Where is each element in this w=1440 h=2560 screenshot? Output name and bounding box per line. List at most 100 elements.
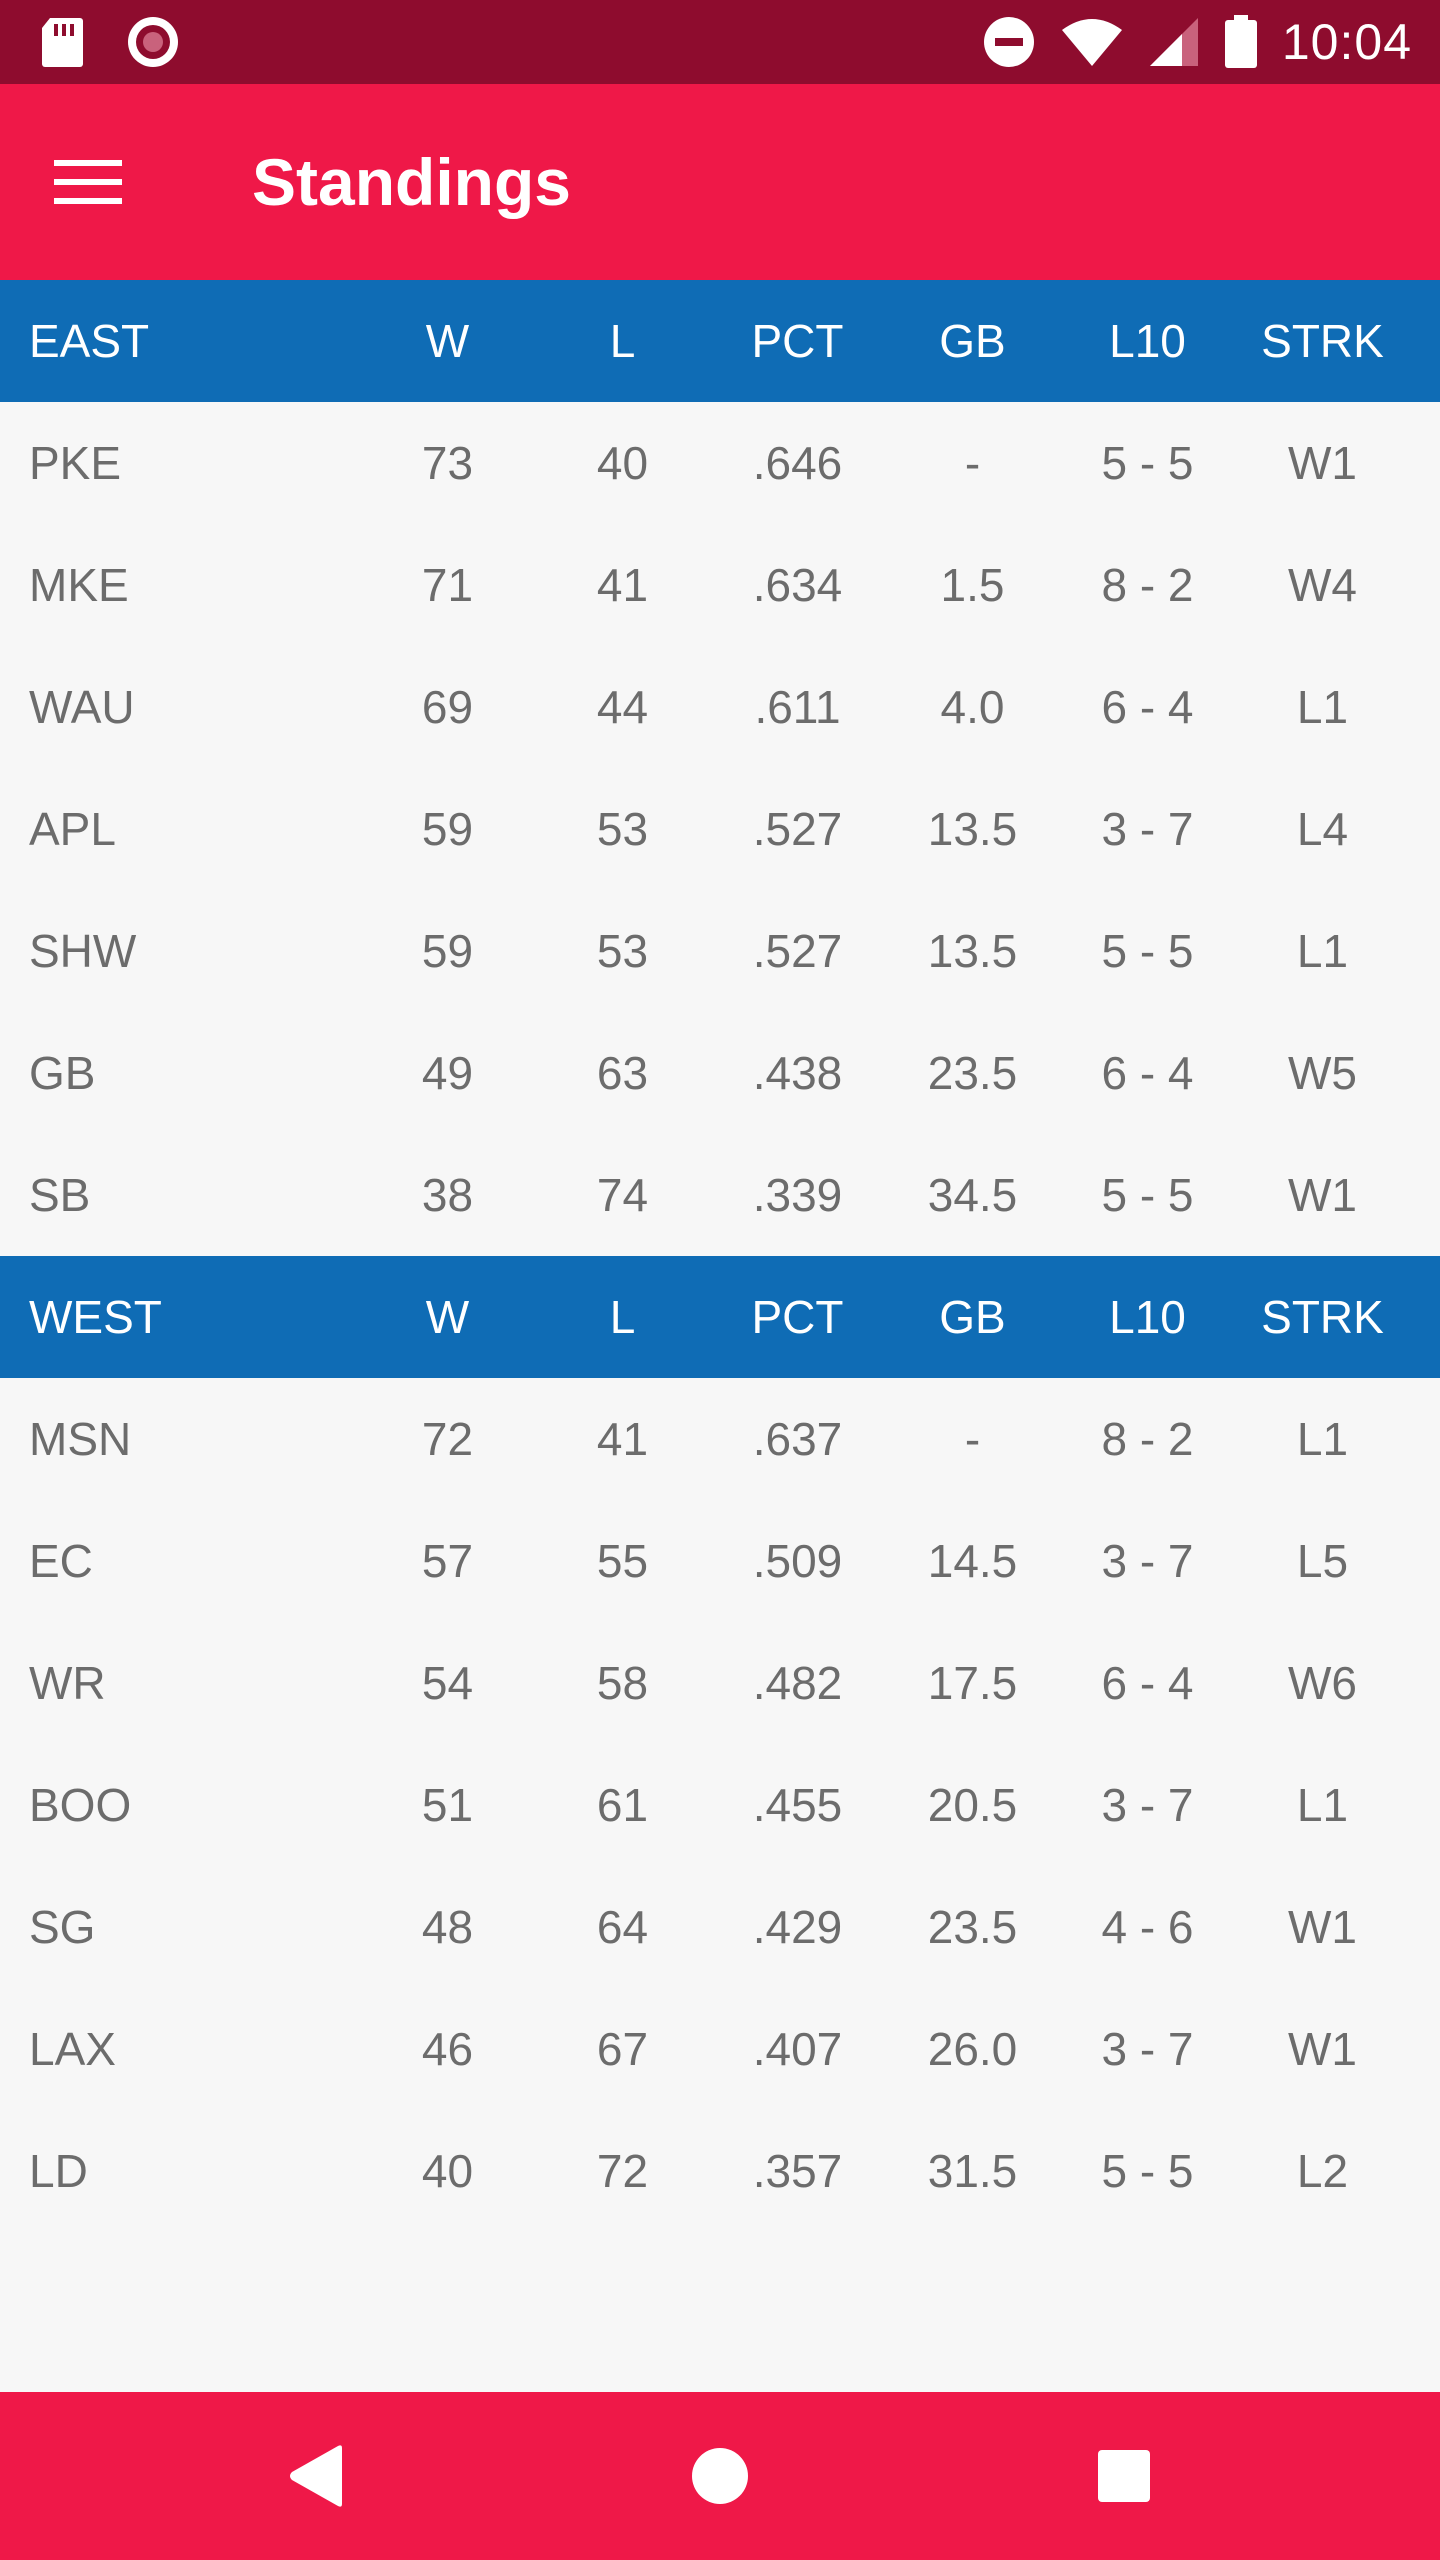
gb-cell: 23.5: [927, 1901, 1018, 1953]
losses-cell: 40: [596, 437, 649, 489]
pct-cell: .527: [752, 803, 843, 855]
losses-cell: 41: [596, 1413, 649, 1465]
hamburger-menu-icon[interactable]: [40, 142, 136, 222]
team-cell: WR: [29, 1657, 106, 1709]
table-row[interactable]: GB 49 63 .438 23.5 6 - 4 W5: [0, 1012, 1440, 1134]
status-left-icons: [40, 0, 180, 84]
team-cell: SG: [29, 1901, 96, 1953]
status-bar: 10:04: [0, 0, 1440, 84]
home-icon[interactable]: [670, 2426, 770, 2526]
table-row[interactable]: SG 48 64 .429 23.5 4 - 6 W1: [0, 1866, 1440, 1988]
section-header-east: EAST W L PCT GB L10 STRK: [0, 280, 1440, 402]
l10-cell: 3 - 7: [1101, 803, 1194, 855]
l10-cell: 8 - 2: [1101, 559, 1194, 611]
table-row[interactable]: EC 57 55 .509 14.5 3 - 7 L5: [0, 1500, 1440, 1622]
system-nav-bar: [0, 2392, 1440, 2560]
wifi-icon: [1060, 16, 1124, 68]
streak-cell: L1: [1296, 681, 1349, 733]
gb-cell: 13.5: [927, 925, 1018, 977]
pct-cell: .339: [752, 1169, 843, 1221]
table-row[interactable]: BOO 51 61 .455 20.5 3 - 7 L1: [0, 1744, 1440, 1866]
streak-cell: L2: [1296, 2145, 1349, 2197]
l10-cell: 5 - 5: [1101, 2145, 1194, 2197]
pct-cell: .407: [752, 2023, 843, 2075]
streak-cell: W1: [1288, 1901, 1357, 1953]
column-header-l10: L10: [1109, 1291, 1186, 1343]
signal-icon: [1148, 16, 1200, 68]
team-cell: SHW: [29, 925, 137, 977]
team-cell: WAU: [29, 681, 135, 733]
gb-cell: 14.5: [927, 1535, 1018, 1587]
l10-cell: 3 - 7: [1101, 1535, 1194, 1587]
table-row[interactable]: PKE 73 40 .646 - 5 - 5 W1: [0, 402, 1440, 524]
table-row[interactable]: SB 38 74 .339 34.5 5 - 5 W1: [0, 1134, 1440, 1256]
team-cell: SB: [29, 1169, 91, 1221]
column-header-w: W: [425, 315, 470, 367]
table-row[interactable]: LD 40 72 .357 31.5 5 - 5 L2: [0, 2110, 1440, 2232]
gb-cell: 31.5: [927, 2145, 1018, 2197]
table-row[interactable]: MSN 72 41 .637 - 8 - 2 L1: [0, 1378, 1440, 1500]
gb-cell: 20.5: [927, 1779, 1018, 1831]
gb-cell: 4.0: [940, 681, 1005, 733]
column-header-l: L: [609, 315, 636, 367]
column-header-strk: STRK: [1261, 1291, 1384, 1343]
pct-cell: .429: [752, 1901, 843, 1953]
gb-cell: 1.5: [940, 559, 1005, 611]
l10-cell: 3 - 7: [1101, 2023, 1194, 2075]
table-row[interactable]: SHW 59 53 .527 13.5 5 - 5 L1: [0, 890, 1440, 1012]
streak-cell: L1: [1296, 1413, 1349, 1465]
page-title: Standings: [252, 145, 572, 219]
gb-cell: 34.5: [927, 1169, 1018, 1221]
sd-card-icon: [40, 16, 84, 68]
streak-cell: W1: [1288, 1169, 1357, 1221]
table-row[interactable]: WR 54 58 .482 17.5 6 - 4 W6: [0, 1622, 1440, 1744]
do-not-disturb-icon: [982, 15, 1036, 69]
l10-cell: 8 - 2: [1101, 1413, 1194, 1465]
team-cell: BOO: [29, 1779, 132, 1831]
table-row[interactable]: LAX 46 67 .407 26.0 3 - 7 W1: [0, 1988, 1440, 2110]
losses-cell: 61: [596, 1779, 649, 1831]
column-header-w: W: [425, 1291, 470, 1343]
column-header-l10: L10: [1109, 315, 1186, 367]
gb-cell: 17.5: [927, 1657, 1018, 1709]
streak-cell: W5: [1288, 1047, 1357, 1099]
pct-cell: .634: [752, 559, 843, 611]
streak-cell: W1: [1288, 2023, 1357, 2075]
losses-cell: 44: [596, 681, 649, 733]
pct-cell: .611: [754, 681, 841, 733]
back-icon[interactable]: [266, 2426, 366, 2526]
losses-cell: 41: [596, 559, 649, 611]
losses-cell: 58: [596, 1657, 649, 1709]
losses-cell: 74: [596, 1169, 649, 1221]
gb-cell: -: [964, 1413, 981, 1465]
status-time: 10:04: [1281, 14, 1412, 70]
losses-cell: 53: [596, 925, 649, 977]
table-row[interactable]: MKE 71 41 .634 1.5 8 - 2 W4: [0, 524, 1440, 646]
losses-cell: 53: [596, 803, 649, 855]
pct-cell: .527: [752, 925, 843, 977]
gb-cell: 26.0: [927, 2023, 1018, 2075]
gb-cell: 23.5: [927, 1047, 1018, 1099]
pct-cell: .455: [752, 1779, 843, 1831]
team-cell: MKE: [29, 559, 129, 611]
team-cell: MSN: [29, 1413, 132, 1465]
pct-cell: .637: [752, 1413, 843, 1465]
pct-cell: .646: [752, 437, 843, 489]
table-row[interactable]: WAU 69 44 .611 4.0 6 - 4 L1: [0, 646, 1440, 768]
team-cell: EC: [29, 1535, 93, 1587]
pct-cell: .438: [752, 1047, 843, 1099]
recents-icon[interactable]: [1074, 2426, 1174, 2526]
gb-cell: -: [964, 437, 981, 489]
losses-cell: 63: [596, 1047, 649, 1099]
wins-cell: 49: [421, 1047, 474, 1099]
l10-cell: 5 - 5: [1101, 437, 1194, 489]
column-header-gb: GB: [939, 315, 1006, 367]
streak-cell: L1: [1296, 925, 1349, 977]
standings-table: EAST W L PCT GB L10 STRK PKE 73 40 .646 …: [0, 280, 1440, 2232]
streak-cell: W1: [1288, 437, 1357, 489]
wins-cell: 54: [421, 1657, 474, 1709]
pct-cell: .509: [752, 1535, 843, 1587]
team-cell: APL: [29, 803, 116, 855]
column-header-pct: PCT: [751, 315, 844, 367]
table-row[interactable]: APL 59 53 .527 13.5 3 - 7 L4: [0, 768, 1440, 890]
